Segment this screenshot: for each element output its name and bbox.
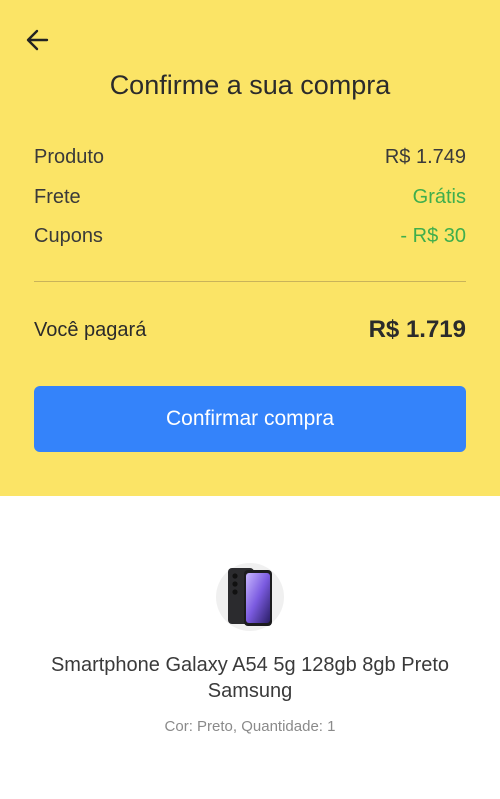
summary-label: Produto (34, 146, 105, 168)
summary-value: Grátis (412, 186, 466, 208)
product-details: Cor: Preto, Quantidade: 1 (164, 718, 336, 735)
summary-value: - R$ 30 (400, 225, 466, 247)
total-row: Você pagará R$ 1.719 (34, 316, 466, 344)
product-thumbnail (216, 563, 284, 631)
page-title: Confirme a sua compra (109, 70, 391, 100)
summary-value: R$ 1.749 (384, 146, 466, 168)
product-name: Smartphone Galaxy A54 5g 128gb 8gb Preto… (50, 654, 450, 702)
summary-row-coupons: Cupons - R$ 30 (34, 225, 466, 248)
back-button[interactable] (22, 24, 54, 56)
summary-label: Frete (34, 186, 81, 208)
arrow-left-icon (26, 29, 49, 51)
total-value: R$ 1.719 (368, 316, 466, 343)
summary-row-shipping: Frete Grátis (34, 186, 466, 209)
divider (34, 281, 466, 282)
summary-row-product: Produto R$ 1.749 (34, 146, 466, 169)
total-label: Você pagará (34, 318, 147, 341)
smartphone-image (228, 568, 272, 626)
confirm-purchase-button[interactable]: Confirmar compra (34, 386, 466, 452)
summary-label: Cupons (34, 225, 103, 247)
purchase-summary-panel: Confirme a sua compra Produto R$ 1.749 F… (0, 0, 500, 496)
